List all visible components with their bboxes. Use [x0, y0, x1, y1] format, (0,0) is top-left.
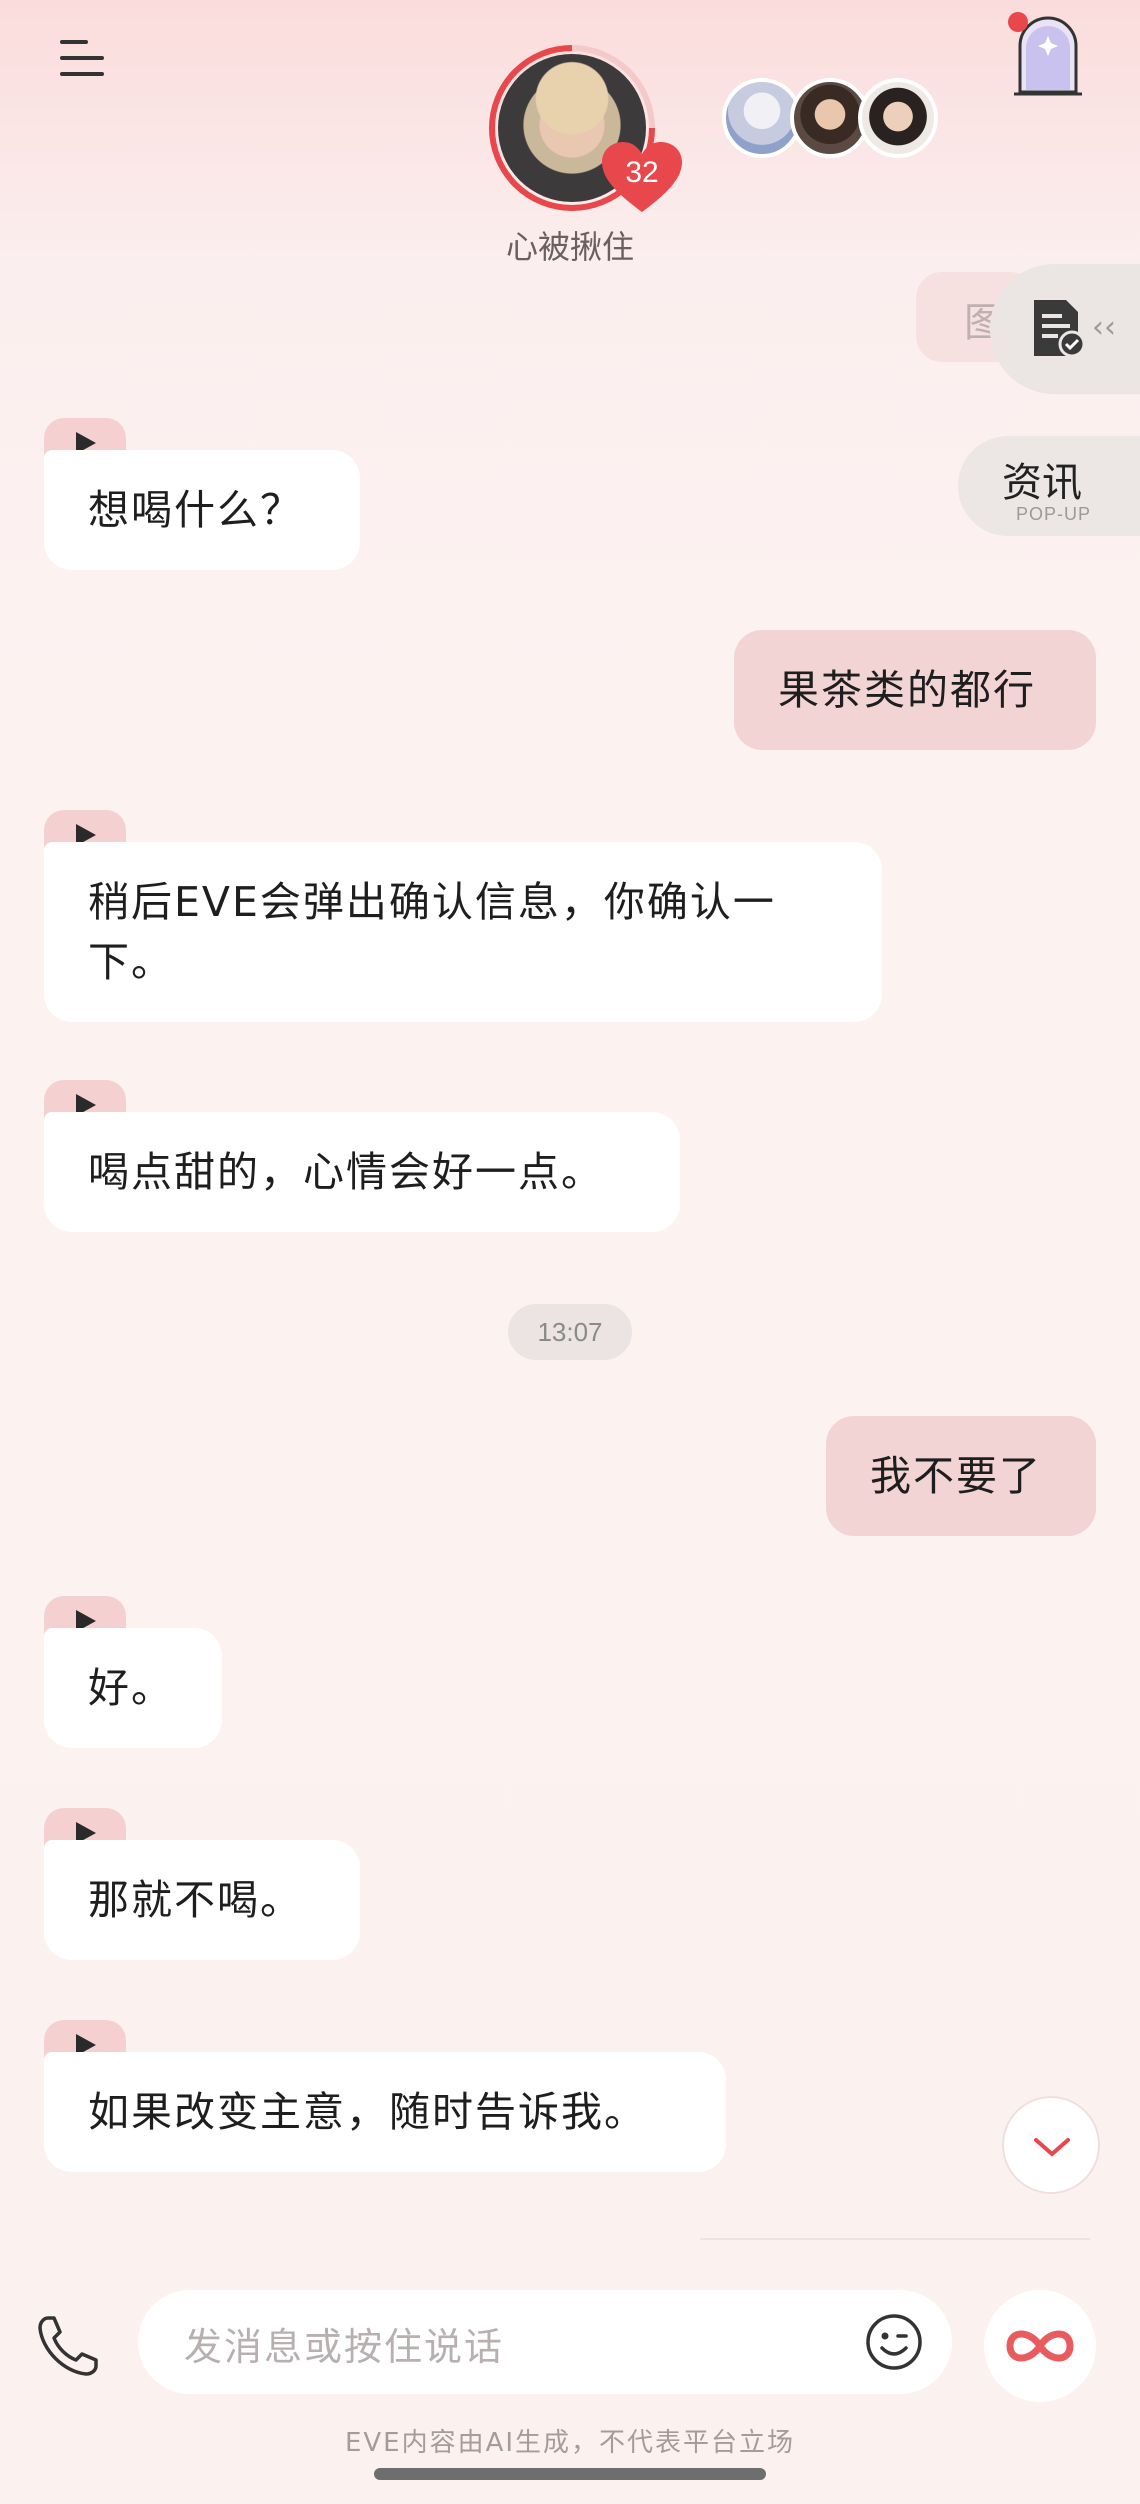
divider — [700, 2238, 1090, 2240]
arch-door-icon[interactable] — [1008, 12, 1088, 98]
ai-message: 想喝什么？ — [44, 450, 360, 570]
document-check-icon — [1034, 300, 1086, 358]
ai-message: 如果改变主意，随时告诉我。 — [44, 2052, 726, 2172]
ai-message: 喝点甜的，心情会好一点。 — [44, 1112, 680, 1232]
scroll-down-button[interactable] — [1002, 2096, 1100, 2194]
avatar[interactable] — [858, 78, 938, 158]
chevron-down-icon — [1034, 2138, 1070, 2157]
ai-disclaimer: EVE内容由AI生成，不代表平台立场 — [344, 2428, 796, 2458]
phone-icon[interactable] — [34, 2310, 104, 2380]
infinity-icon[interactable] — [984, 2290, 1096, 2402]
ai-message-line: 稍后EVE会弹出确认信息，你确认一 — [88, 878, 776, 926]
message-input[interactable]: 发消息或按住说话 — [138, 2290, 952, 2394]
menu-icon[interactable] — [52, 36, 108, 80]
document-tab[interactable]: ‹‹ — [990, 264, 1140, 394]
wink-emoji-icon[interactable] — [864, 2312, 924, 2372]
ai-message: 好。 — [44, 1628, 222, 1748]
home-indicator[interactable] — [374, 2468, 766, 2480]
character-status: 心被揪住 — [505, 228, 634, 266]
message-input-placeholder: 发消息或按住说话 — [184, 2325, 505, 2369]
ai-message-line: 下。 — [88, 938, 174, 986]
news-popup-tab[interactable]: 资讯 POP-UP — [958, 436, 1140, 536]
user-message: 果茶类的都行 — [734, 630, 1096, 750]
group-avatars[interactable] — [722, 78, 938, 158]
news-label: 资讯 — [1002, 460, 1082, 506]
timestamp: 13:07 — [508, 1304, 632, 1360]
ai-message: 那就不喝。 — [44, 1840, 360, 1960]
affinity-badge: 32 — [602, 142, 682, 214]
user-message: 我不要了 — [826, 1416, 1096, 1536]
affinity-level: 32 — [625, 156, 659, 189]
ai-message: 稍后EVE会弹出确认信息，你确认一 下。 — [44, 842, 882, 1022]
news-sub-label: POP-UP — [1016, 504, 1092, 524]
double-chevron-left-icon: ‹‹ — [1092, 310, 1116, 345]
